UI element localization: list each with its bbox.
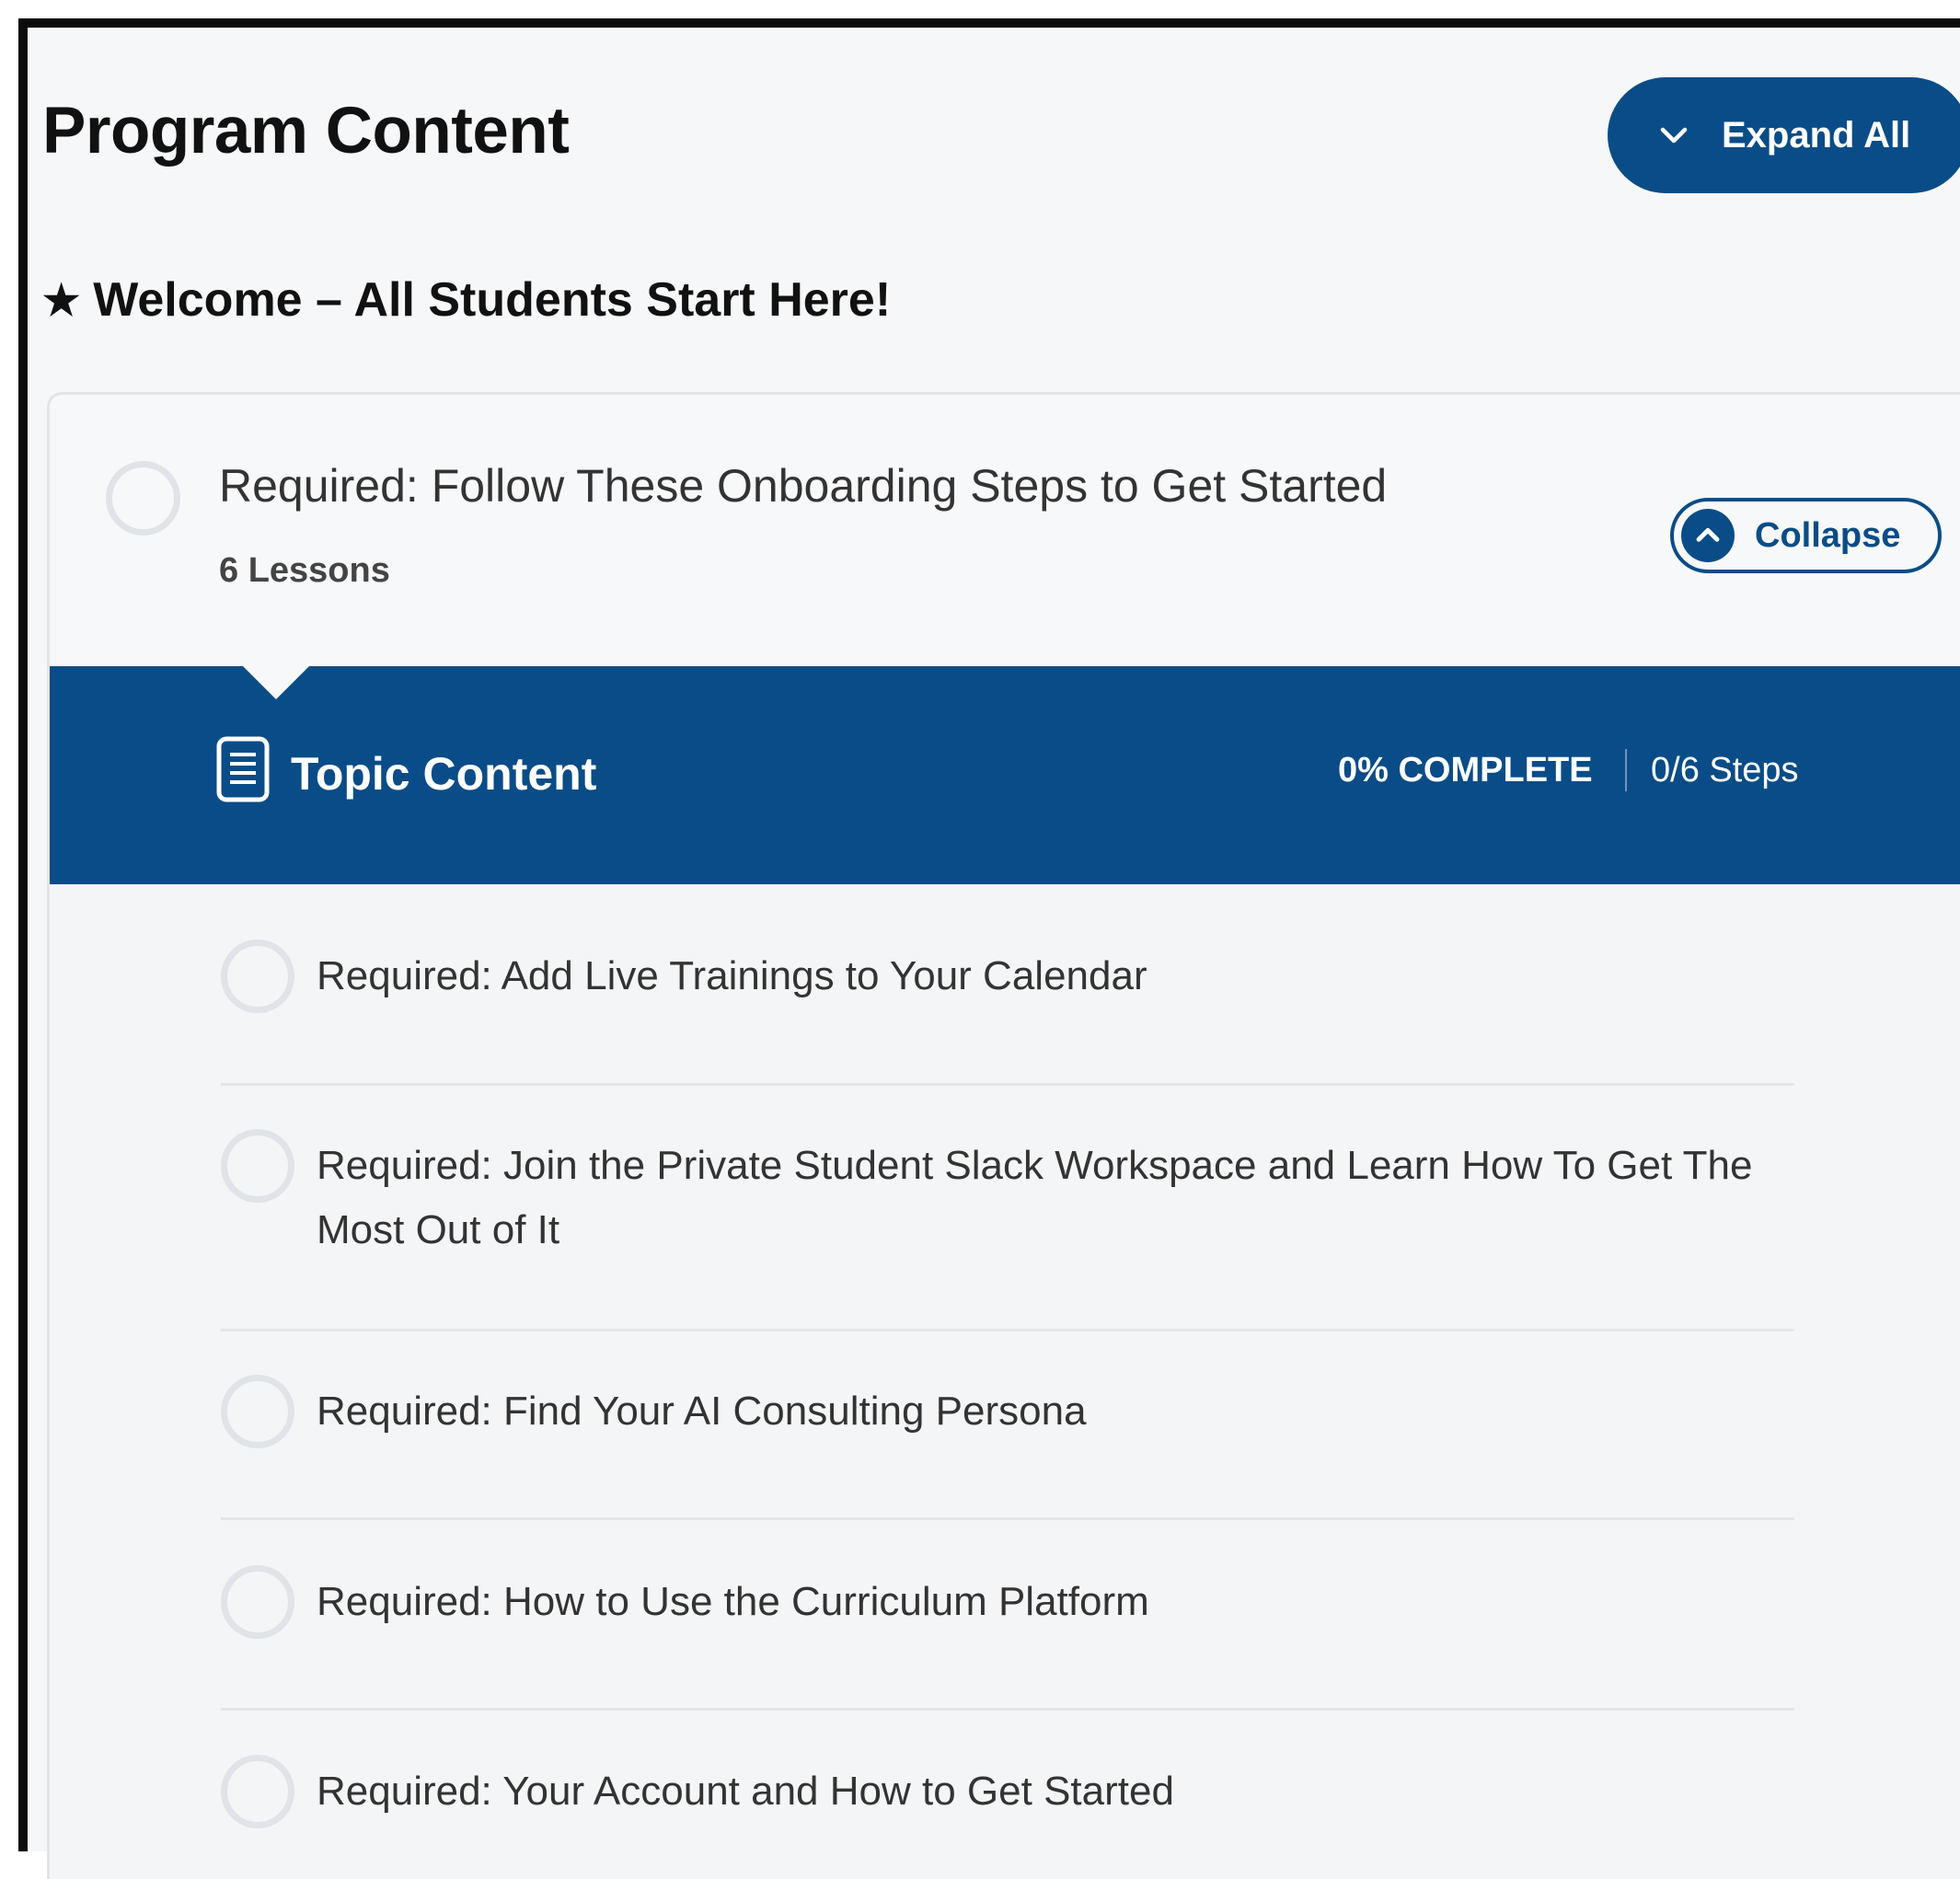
- topic-status-circle[interactable]: [106, 461, 180, 536]
- lesson-status-circle[interactable]: [221, 1129, 294, 1203]
- lesson-title[interactable]: Required: Your Account and How to Get St…: [317, 1759, 1807, 1824]
- topic-title[interactable]: Required: Follow These Onboarding Steps …: [219, 459, 1387, 513]
- topic-card: Required: Follow These Onboarding Steps …: [47, 392, 1960, 1879]
- expand-all-button[interactable]: Expand All: [1608, 77, 1960, 193]
- page-title: Program Content: [42, 95, 570, 167]
- divider: [221, 1329, 1794, 1331]
- lesson-status-circle[interactable]: [221, 1565, 294, 1639]
- star-icon: ★: [42, 276, 81, 324]
- steps-count: 0/6 Steps: [1651, 751, 1799, 790]
- expand-all-label: Expand All: [1722, 114, 1911, 156]
- lesson-title[interactable]: Required: How to Use the Curriculum Plat…: [317, 1570, 1807, 1634]
- collapse-label: Collapse: [1755, 515, 1901, 555]
- lesson-status-circle[interactable]: [221, 940, 294, 1013]
- topic-header[interactable]: Required: Follow These Onboarding Steps …: [50, 395, 1960, 666]
- lesson-status-circle[interactable]: [221, 1375, 294, 1448]
- progress-percent: 0% COMPLETE: [1338, 751, 1593, 790]
- topic-content-banner: Topic Content 0% COMPLETE 0/6 Steps: [50, 666, 1960, 884]
- divider: [221, 1708, 1794, 1711]
- chevron-down-icon: [1660, 127, 1688, 144]
- lesson-title[interactable]: Required: Find Your AI Consulting Person…: [317, 1379, 1807, 1444]
- collapse-button[interactable]: Collapse: [1670, 498, 1942, 573]
- document-icon: [216, 736, 270, 802]
- lesson-count: 6 Lessons: [219, 551, 390, 590]
- divider: [221, 1517, 1794, 1520]
- section-title: Welcome – All Students Start Here!: [93, 273, 892, 327]
- lesson-status-circle[interactable]: [221, 1755, 294, 1828]
- divider: [221, 1083, 1794, 1086]
- banner-title: Topic Content: [291, 748, 597, 800]
- lesson-title[interactable]: Required: Join the Private Student Slack…: [317, 1134, 1807, 1262]
- program-content-panel: Program Content Expand All ★ Welcome – A…: [18, 18, 1960, 1879]
- divider: [1625, 749, 1627, 791]
- banner-notch: [243, 666, 309, 699]
- section-heading: ★ Welcome – All Students Start Here!: [42, 272, 891, 328]
- chevron-up-icon: [1681, 509, 1735, 562]
- lesson-title[interactable]: Required: Add Live Trainings to Your Cal…: [317, 944, 1807, 1009]
